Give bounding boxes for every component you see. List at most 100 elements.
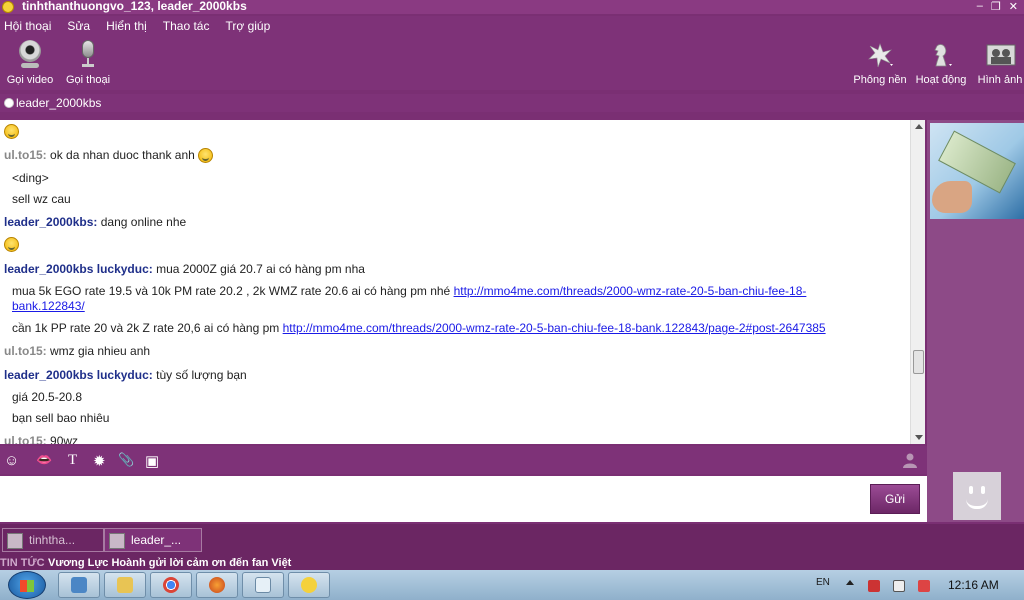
close-button[interactable]: ✕ bbox=[1009, 0, 1018, 13]
scroll-up-icon[interactable] bbox=[915, 124, 923, 129]
webcam-icon bbox=[16, 40, 44, 70]
taskbar-notepad[interactable] bbox=[242, 572, 284, 598]
chat-link[interactable]: http://mmo4me.com/threads/2000-wmz-rate-… bbox=[283, 321, 826, 335]
contact-display-image[interactable] bbox=[930, 123, 1024, 219]
taskbar-explorer[interactable] bbox=[104, 572, 146, 598]
yahoo-messenger-icon bbox=[301, 577, 317, 593]
attachment-icon[interactable]: 📎 bbox=[118, 452, 134, 468]
photos-button[interactable]: Hình ảnh bbox=[970, 40, 1024, 86]
show-hidden-icons-icon[interactable] bbox=[846, 580, 854, 585]
chat-sender: leader_2000kbs luckyduc: bbox=[4, 368, 153, 382]
yahoo-messenger-icon bbox=[2, 1, 14, 13]
taskbar-clock[interactable]: 12:16 AM bbox=[948, 578, 999, 592]
tray-security-icon[interactable] bbox=[868, 580, 880, 592]
network-icon bbox=[71, 577, 87, 593]
menu-tro-giup[interactable]: Trợ giúp bbox=[225, 19, 270, 33]
contact-name[interactable]: leader_2000kbs bbox=[16, 96, 101, 110]
chat-scrollbar[interactable] bbox=[910, 120, 925, 444]
chat-line: cần 1k PP rate 20 và 2k Z rate 20,6 ai c… bbox=[12, 321, 826, 335]
chat-link[interactable]: bank.122843/ bbox=[12, 299, 85, 313]
menu-thao-tac[interactable]: Thao tác bbox=[163, 19, 210, 33]
taskbar-messenger[interactable] bbox=[288, 572, 330, 598]
message-input[interactable] bbox=[0, 476, 927, 522]
chat-text: dang online nhe bbox=[100, 215, 187, 229]
contact-person-icon[interactable] bbox=[902, 452, 918, 468]
minimize-button[interactable]: – bbox=[977, 0, 983, 13]
scroll-thumb[interactable] bbox=[913, 350, 924, 374]
tray-network-icon[interactable] bbox=[918, 580, 930, 592]
chat-link[interactable]: http://mmo4me.com/threads/2000-wmz-rate-… bbox=[454, 284, 807, 298]
taskbar-chrome[interactable] bbox=[150, 572, 192, 598]
chat-sender: ul.to15: bbox=[4, 434, 47, 444]
chat-line: leader_2000kbs: dang online nhe bbox=[4, 215, 186, 229]
chat-line: giá 20.5-20.8 bbox=[12, 390, 82, 404]
contact-bar: leader_2000kbs bbox=[0, 94, 1024, 112]
text-format-icon[interactable]: T bbox=[68, 452, 77, 469]
chat-line: <ding> bbox=[12, 171, 49, 185]
chat-bubble-icon[interactable]: 👄 bbox=[36, 452, 52, 468]
chat-text: 90wz bbox=[50, 434, 79, 444]
chat-text: <ding> bbox=[12, 171, 49, 185]
scroll-down-icon[interactable] bbox=[915, 435, 923, 440]
taskbar-firefox[interactable] bbox=[196, 572, 238, 598]
chat-text: giá 20.5-20.8 bbox=[12, 390, 83, 404]
chrome-icon bbox=[163, 577, 179, 593]
tab-leader[interactable]: leader_... bbox=[104, 528, 202, 552]
news-tag: TIN TỨC bbox=[0, 557, 45, 569]
activities-label: Hoạt động bbox=[915, 74, 967, 86]
chat-history[interactable]: ul.to15: ok da nhan duoc thank anh <ding… bbox=[0, 120, 910, 444]
chess-knight-icon bbox=[927, 40, 955, 70]
photos-icon bbox=[986, 40, 1016, 70]
chat-sender: leader_2000kbs luckyduc: bbox=[4, 262, 153, 276]
chat-text: wmz gia nhieu anh bbox=[50, 344, 151, 358]
folder-icon bbox=[117, 577, 133, 593]
smiley-emoji-icon bbox=[4, 237, 19, 253]
buzz-icon[interactable]: ✹ bbox=[93, 452, 106, 470]
chat-line: bank.122843/ bbox=[12, 299, 85, 313]
toolbar: Gọi video Gọi thoại Phông nền Hoạt động bbox=[0, 36, 1024, 90]
smiley-emoji-icon bbox=[198, 148, 214, 164]
news-ticker[interactable]: TIN TỨC Vương Lực Hoành gửi lời cảm ơn đ… bbox=[0, 556, 1024, 570]
chat-line: ul.to15: 90wz bbox=[4, 434, 78, 444]
taskbar-network[interactable] bbox=[58, 572, 100, 598]
news-headline[interactable]: Vương Lực Hoành gửi lời cảm ơn đến fan V… bbox=[48, 557, 291, 569]
send-button[interactable]: Gửi bbox=[870, 484, 920, 514]
voice-call-label: Gọi thoại bbox=[65, 74, 111, 86]
background-button[interactable]: Phông nền bbox=[850, 40, 910, 86]
video-call-button[interactable]: Gọi video bbox=[0, 40, 60, 86]
chat-line: leader_2000kbs luckyduc: tùy số lượng bạ… bbox=[4, 368, 247, 382]
chat-sender: ul.to15: bbox=[4, 344, 47, 358]
chat-text: tùy số lượng bạn bbox=[156, 368, 247, 382]
image-insert-icon[interactable]: ▣ bbox=[145, 452, 159, 470]
tab-tinhtha[interactable]: tinhtha... bbox=[2, 528, 104, 552]
menu-hien-thi[interactable]: Hiển thị bbox=[106, 19, 147, 33]
menu-hoi-thoai[interactable]: Hội thoại bbox=[4, 19, 51, 33]
language-indicator[interactable]: EN bbox=[816, 577, 830, 588]
background-label: Phông nền bbox=[853, 74, 907, 86]
window-controls: – ❐ ✕ bbox=[977, 0, 1018, 13]
windows-logo-icon bbox=[20, 580, 34, 592]
contact-tab-icon bbox=[7, 533, 23, 549]
start-button[interactable] bbox=[8, 571, 46, 599]
format-toolbar: ☺ 👄 T ✹ 📎 ▣ bbox=[0, 446, 927, 474]
activities-button[interactable]: Hoạt động bbox=[911, 40, 971, 86]
contact-tab-icon bbox=[109, 533, 125, 549]
chat-line: ul.to15: wmz gia nhieu anh bbox=[4, 344, 150, 358]
chat-line: bạn sell bao nhiêu bbox=[12, 411, 109, 425]
offline-dot-icon bbox=[4, 98, 14, 108]
tray-device-icon[interactable] bbox=[893, 580, 905, 592]
chat-text: bạn sell bao nhiêu bbox=[12, 411, 110, 425]
maximize-button[interactable]: ❐ bbox=[991, 0, 1001, 13]
chat-line: sell wz cau bbox=[12, 192, 71, 206]
smiley-icon[interactable]: ☺ bbox=[4, 452, 19, 469]
title-bar: tinhthanthuongvo_123, leader_2000kbs – ❐… bbox=[0, 0, 1024, 14]
chat-line: leader_2000kbs luckyduc: mua 2000Z giá 2… bbox=[4, 262, 365, 276]
avatar[interactable] bbox=[953, 472, 1001, 520]
chat-line: mua 5k EGO rate 19.5 và 10k PM rate 20.2… bbox=[12, 284, 806, 298]
side-panel bbox=[927, 120, 1024, 522]
firefox-icon bbox=[209, 577, 225, 593]
voice-call-button[interactable]: Gọi thoại bbox=[58, 40, 118, 86]
menu-sua[interactable]: Sửa bbox=[67, 19, 90, 33]
menu-bar: Hội thoại Sửa Hiển thị Thao tác Trợ giúp bbox=[0, 16, 1024, 36]
chat-line: ul.to15: ok da nhan duoc thank anh bbox=[4, 148, 214, 164]
